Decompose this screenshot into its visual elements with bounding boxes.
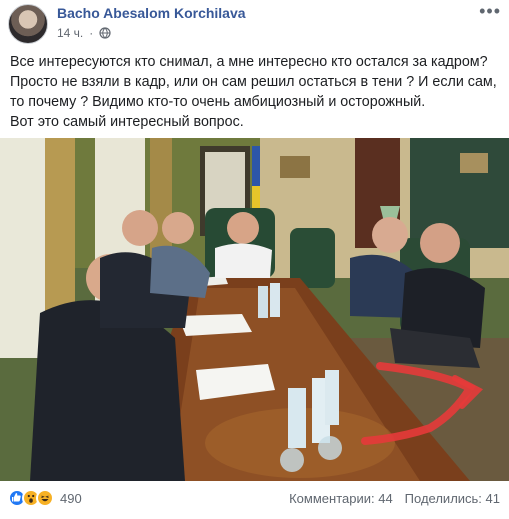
post-footer: 490 Комментарии: 44 Поделились: 41 xyxy=(0,483,509,519)
post-timestamp[interactable]: 14 ч. xyxy=(57,26,83,40)
post-text-line: Просто не взяли в кадр, или он сам решил… xyxy=(10,74,497,90)
reaction-summary[interactable]: 490 xyxy=(8,489,82,507)
post-text-line: Вот это самый интересный вопрос. xyxy=(10,114,244,130)
post-text-line: Все интересуются кто снимал, а мне интер… xyxy=(10,54,488,70)
reaction-count[interactable]: 490 xyxy=(60,491,82,506)
author-name-link[interactable]: Bacho Abesalom Korchilava xyxy=(57,5,246,21)
post-meta: 14 ч. · xyxy=(57,26,111,40)
comments-count-link[interactable]: Комментарии: 44 xyxy=(289,491,393,506)
engagement-counts: Комментарии: 44 Поделились: 41 xyxy=(289,491,500,506)
shares-count-link[interactable]: Поделились: 41 xyxy=(405,491,500,506)
post-header: Bacho Abesalom Korchilava 14 ч. · ••• xyxy=(0,0,509,50)
globe-icon[interactable] xyxy=(99,27,111,39)
meeting-room-photo xyxy=(0,138,509,481)
haha-icon xyxy=(36,489,54,507)
meta-separator: · xyxy=(89,26,94,40)
post-text-line: то почему ? Видимо кто-то очень амбициоз… xyxy=(10,94,426,110)
post-text: Все интересуются кто снимал, а мне интер… xyxy=(10,52,502,132)
post-photo[interactable] xyxy=(0,138,509,481)
more-options-icon[interactable]: ••• xyxy=(479,2,501,20)
author-avatar[interactable] xyxy=(8,4,48,44)
